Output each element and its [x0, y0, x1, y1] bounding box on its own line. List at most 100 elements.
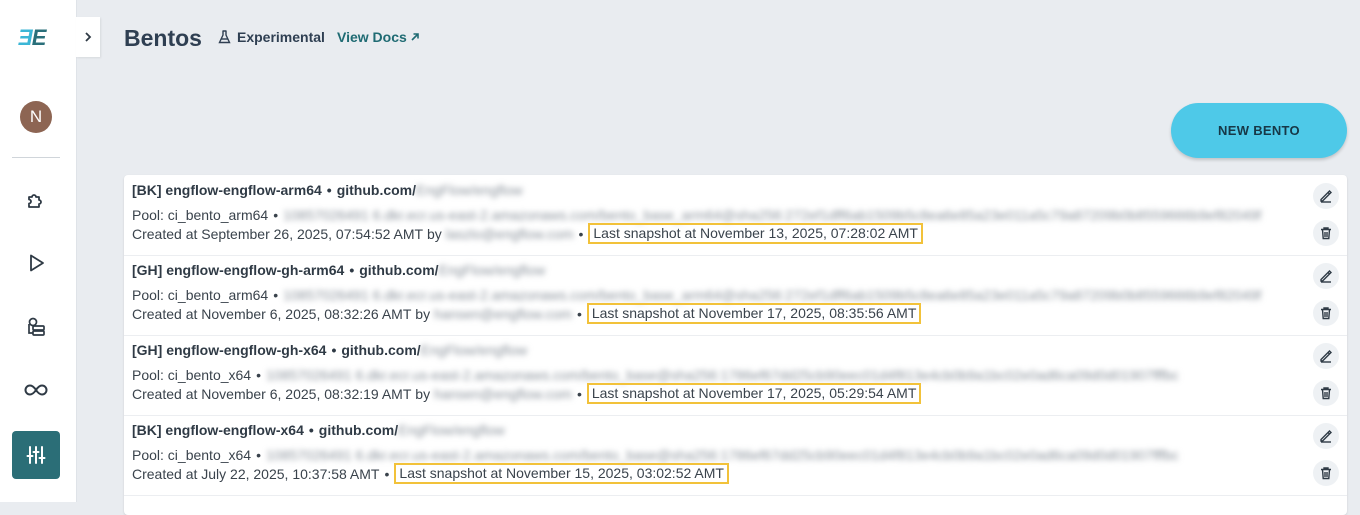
trash-icon [1321, 307, 1331, 320]
bento-pool-line: Pool: ci_bento_x64 • 10857026491 6.dkr.e… [132, 447, 1179, 463]
play-icon [30, 254, 44, 272]
view-docs-label: View Docs [337, 29, 407, 45]
bento-title-line: [BK] engflow-engflow-x64 • github.com/ E… [132, 422, 505, 438]
bento-created: Created at July 22, 2025, 10:37:58 AMT [132, 465, 380, 482]
bento-image-redacted: 10857026491 6.dkr.ecr.us-east-2.amazonaw… [266, 367, 1179, 383]
bento-pool-line: Pool: ci_bento_arm64 • 10857026491 6.dkr… [132, 207, 1261, 223]
bento-pool: Pool: ci_bento_x64 [132, 447, 252, 463]
bento-title-line: [GH] engflow-engflow-gh-arm64 • github.c… [132, 262, 545, 278]
new-bento-button[interactable]: NEW BENTO [1171, 103, 1347, 158]
bento-title-line: [GH] engflow-engflow-gh-x64 • github.com… [132, 342, 527, 358]
trash-icon [1321, 467, 1331, 480]
avatar[interactable]: N [20, 101, 52, 133]
bento-pool-line: Pool: ci_bento_arm64 • 10857026491 6.dkr… [132, 287, 1261, 303]
separator-dot: • [384, 465, 390, 482]
bento-created: Created at November 6, 2025, 08:32:26 AM… [132, 305, 412, 322]
edit-button[interactable] [1313, 423, 1339, 449]
flask-icon [218, 30, 231, 44]
bento-repo-redacted: EngFlow/engflow [438, 262, 546, 278]
experimental-label: Experimental [237, 29, 325, 45]
edit-button[interactable] [1313, 183, 1339, 209]
sidebar-divider [12, 157, 60, 158]
separator-dot: • [273, 207, 279, 223]
logo-part-1: Ǝ [18, 25, 33, 50]
bento-pool-line: Pool: ci_bento_x64 • 10857026491 6.dkr.e… [132, 367, 1179, 383]
bento-creator-redacted: hansen@engflow.com [433, 305, 572, 322]
bento-repo[interactable]: github.com/ [359, 262, 438, 278]
separator-dot: • [273, 287, 279, 303]
bento-image-redacted: 10857026491 6.dkr.ecr.us-east-2.amazonaw… [266, 447, 1179, 463]
edit-button[interactable] [1313, 263, 1339, 289]
delete-button[interactable] [1313, 460, 1339, 486]
bento-row: [GH] engflow-engflow-gh-arm64 • github.c… [124, 255, 1347, 336]
bento-created: Created at November 6, 2025, 08:32:19 AM… [132, 385, 412, 402]
delete-button[interactable] [1313, 300, 1339, 326]
bento-repo-redacted: EngFlow/engflow [416, 182, 523, 198]
bento-row: [BK] engflow-engflow-x64 • github.com/ E… [124, 415, 1347, 496]
nav-item-bentos[interactable] [12, 431, 60, 479]
logo-part-2: E [31, 25, 47, 50]
bento-name: [BK] engflow-engflow-arm64 [132, 182, 322, 198]
edit-button[interactable] [1313, 343, 1339, 369]
bento-last-snapshot: Last snapshot at November 13, 2025, 07:2… [588, 223, 923, 244]
bento-created-line: Created at November 6, 2025, 08:32:26 AM… [132, 303, 922, 324]
servers-icon [28, 317, 45, 336]
bento-pool: Pool: ci_bento_arm64 [132, 287, 269, 303]
pencil-icon [1320, 190, 1332, 203]
bento-last-snapshot: Last snapshot at November 17, 2025, 05:2… [586, 383, 922, 404]
bento-repo-redacted: EngFlow/engflow [420, 342, 528, 358]
sidebar: ƎE N [0, 0, 76, 502]
pencil-icon [1320, 430, 1332, 443]
bento-pool: Pool: ci_bento_x64 [132, 367, 252, 383]
nav-item-clusters[interactable] [12, 303, 60, 351]
bento-repo[interactable]: github.com/ [337, 182, 416, 198]
bento-row: [GH] engflow-engflow-gh-x64 • github.com… [124, 335, 1347, 416]
bento-pool: Pool: ci_bento_arm64 [132, 207, 269, 223]
separator-dot: • [576, 305, 582, 322]
separator-dot: • [331, 342, 337, 358]
separator-dot: • [256, 367, 261, 383]
bento-created-line: Created at July 22, 2025, 10:37:58 AMT •… [132, 463, 729, 484]
bento-repo[interactable]: github.com/ [341, 342, 420, 358]
separator-dot: • [308, 422, 314, 438]
separator-dot: • [349, 262, 355, 278]
pencil-icon [1320, 350, 1332, 363]
sidebar-toggle[interactable] [76, 17, 100, 57]
page-title: Bentos [124, 25, 202, 51]
experimental-badge: Experimental [218, 29, 325, 45]
bento-repo[interactable]: github.com/ [319, 422, 398, 438]
bento-last-snapshot: Last snapshot at November 17, 2025, 08:3… [586, 303, 922, 324]
by-label: by [415, 385, 431, 402]
bento-repo-redacted: EngFlow/engflow [398, 422, 505, 438]
bento-created-line: Created at November 6, 2025, 08:32:19 AM… [132, 383, 922, 404]
trash-icon [1321, 387, 1331, 400]
by-label: by [415, 305, 431, 322]
nav-item-integrations[interactable] [12, 366, 60, 414]
delete-button[interactable] [1313, 220, 1339, 246]
bento-creator-redacted: laszlo@engflow.com [445, 225, 574, 242]
infinity-icon [24, 384, 48, 396]
pencil-icon [1320, 270, 1332, 283]
bento-image-redacted: 10857026491 6.dkr.ecr.us-east-2.amazonaw… [283, 287, 1262, 303]
view-docs-link[interactable]: View Docs [337, 29, 420, 45]
trash-icon [1321, 227, 1331, 240]
separator-dot: • [578, 225, 584, 242]
bento-last-snapshot: Last snapshot at November 15, 2025, 03:0… [394, 463, 729, 484]
nav-item-extensions[interactable] [12, 176, 60, 224]
chevron-right-icon [85, 32, 92, 42]
external-link-icon [411, 33, 419, 41]
nav-item-runs[interactable] [12, 239, 60, 287]
delete-button[interactable] [1313, 380, 1339, 406]
separator-dot: • [576, 385, 582, 402]
bento-created: Created at September 26, 2025, 07:54:52 … [132, 225, 424, 242]
bento-title-line: [BK] engflow-engflow-arm64 • github.com/… [132, 182, 523, 198]
bento-row: [BK] engflow-engflow-arm64 • github.com/… [124, 175, 1347, 256]
puzzle-icon [28, 194, 42, 208]
bento-list: [BK] engflow-engflow-arm64 • github.com/… [124, 175, 1347, 515]
bento-name: [GH] engflow-engflow-gh-arm64 [132, 262, 345, 278]
bento-name: [BK] engflow-engflow-x64 [132, 422, 304, 438]
bento-name: [GH] engflow-engflow-gh-x64 [132, 342, 327, 358]
bento-creator-redacted: hansen@engflow.com [433, 385, 572, 402]
engflow-logo[interactable]: ƎE [18, 26, 54, 50]
bento-created-line: Created at September 26, 2025, 07:54:52 … [132, 223, 923, 244]
